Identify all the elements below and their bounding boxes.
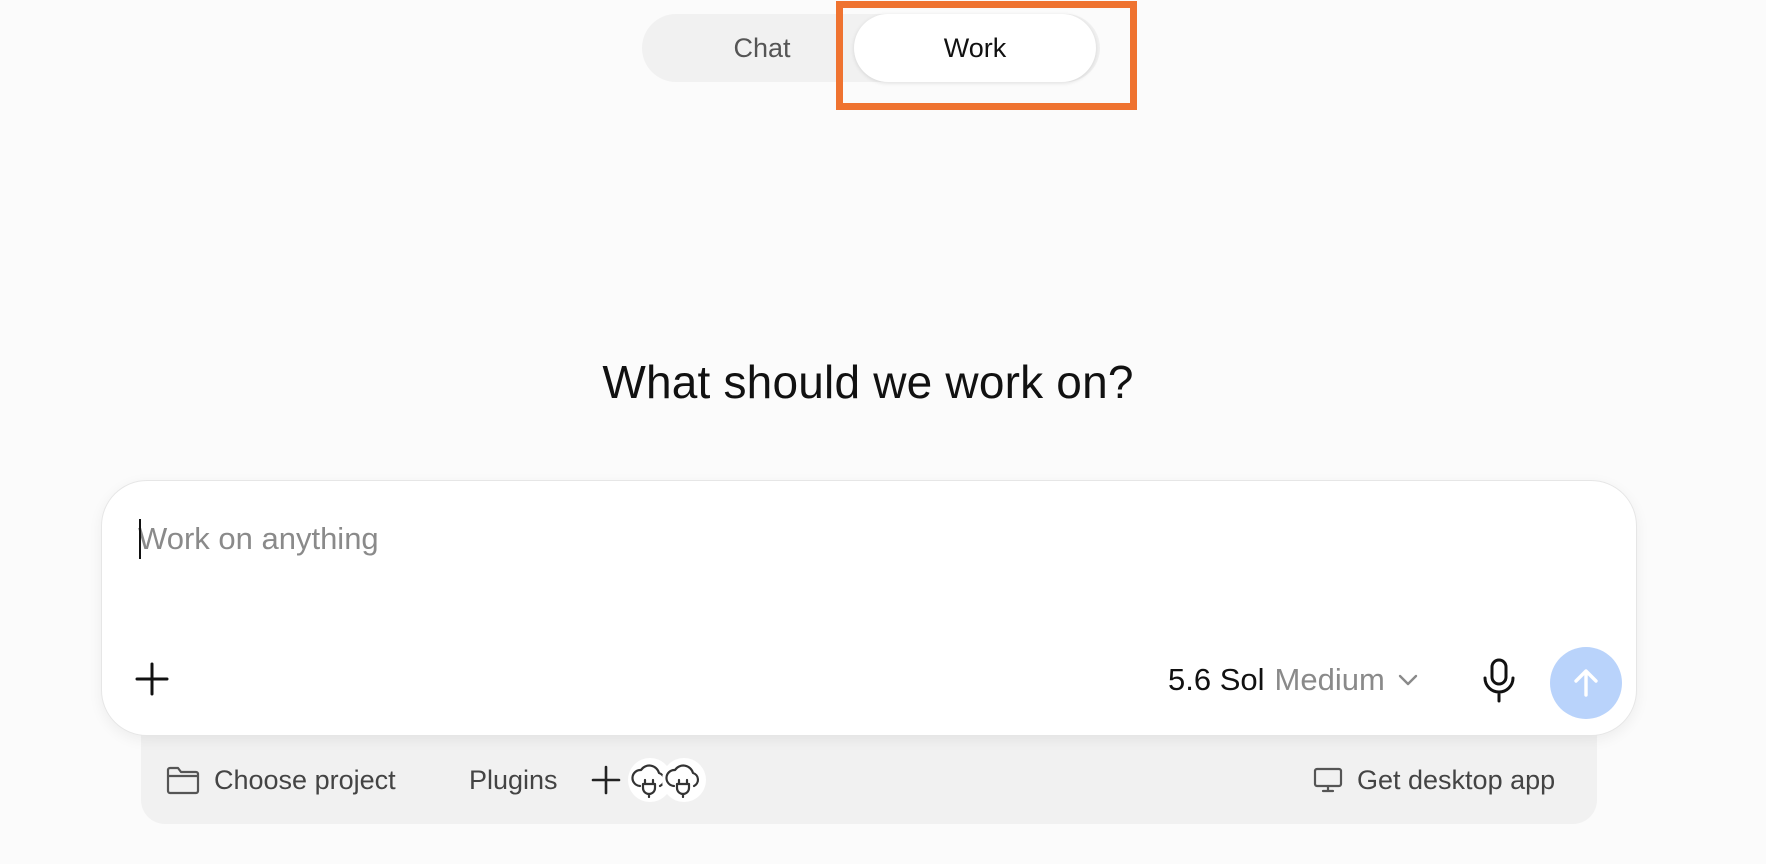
plugins-button[interactable]: Plugins (469, 760, 558, 800)
model-selector[interactable]: 5.6 Sol Medium (1168, 657, 1421, 703)
highlight-annotation-box (836, 1, 1137, 110)
model-name: 5.6 Sol (1168, 662, 1265, 697)
page-title: What should we work on? (602, 356, 1134, 408)
cloud-plug-icon (662, 758, 706, 802)
plugin-icons-group[interactable] (628, 756, 706, 804)
monitor-icon (1313, 767, 1343, 793)
get-desktop-app-button[interactable]: Get desktop app (1313, 760, 1555, 800)
plugins-label: Plugins (469, 764, 558, 795)
prompt-input[interactable] (138, 515, 1538, 563)
add-attachment-button[interactable] (128, 655, 176, 703)
choose-project-label: Choose project (214, 764, 396, 795)
voice-input-button[interactable] (1476, 655, 1522, 705)
composer: 5.6 Sol Medium (101, 480, 1637, 736)
tab-chat-label: Chat (733, 32, 791, 63)
get-desktop-app-label: Get desktop app (1357, 764, 1556, 795)
model-effort: Medium (1274, 662, 1385, 697)
folder-icon (166, 766, 200, 795)
plugin-add-button[interactable] (590, 760, 622, 800)
microphone-icon (1483, 658, 1515, 703)
choose-project-button[interactable]: Choose project (166, 760, 396, 800)
send-button[interactable] (1550, 647, 1622, 719)
plus-icon (591, 765, 621, 795)
chevron-down-icon (1398, 674, 1417, 686)
page: Chat Work What should we work on? Choose… (0, 0, 1766, 864)
text-caret (139, 519, 141, 559)
plus-icon (135, 662, 169, 696)
arrow-up-icon (1574, 669, 1598, 697)
